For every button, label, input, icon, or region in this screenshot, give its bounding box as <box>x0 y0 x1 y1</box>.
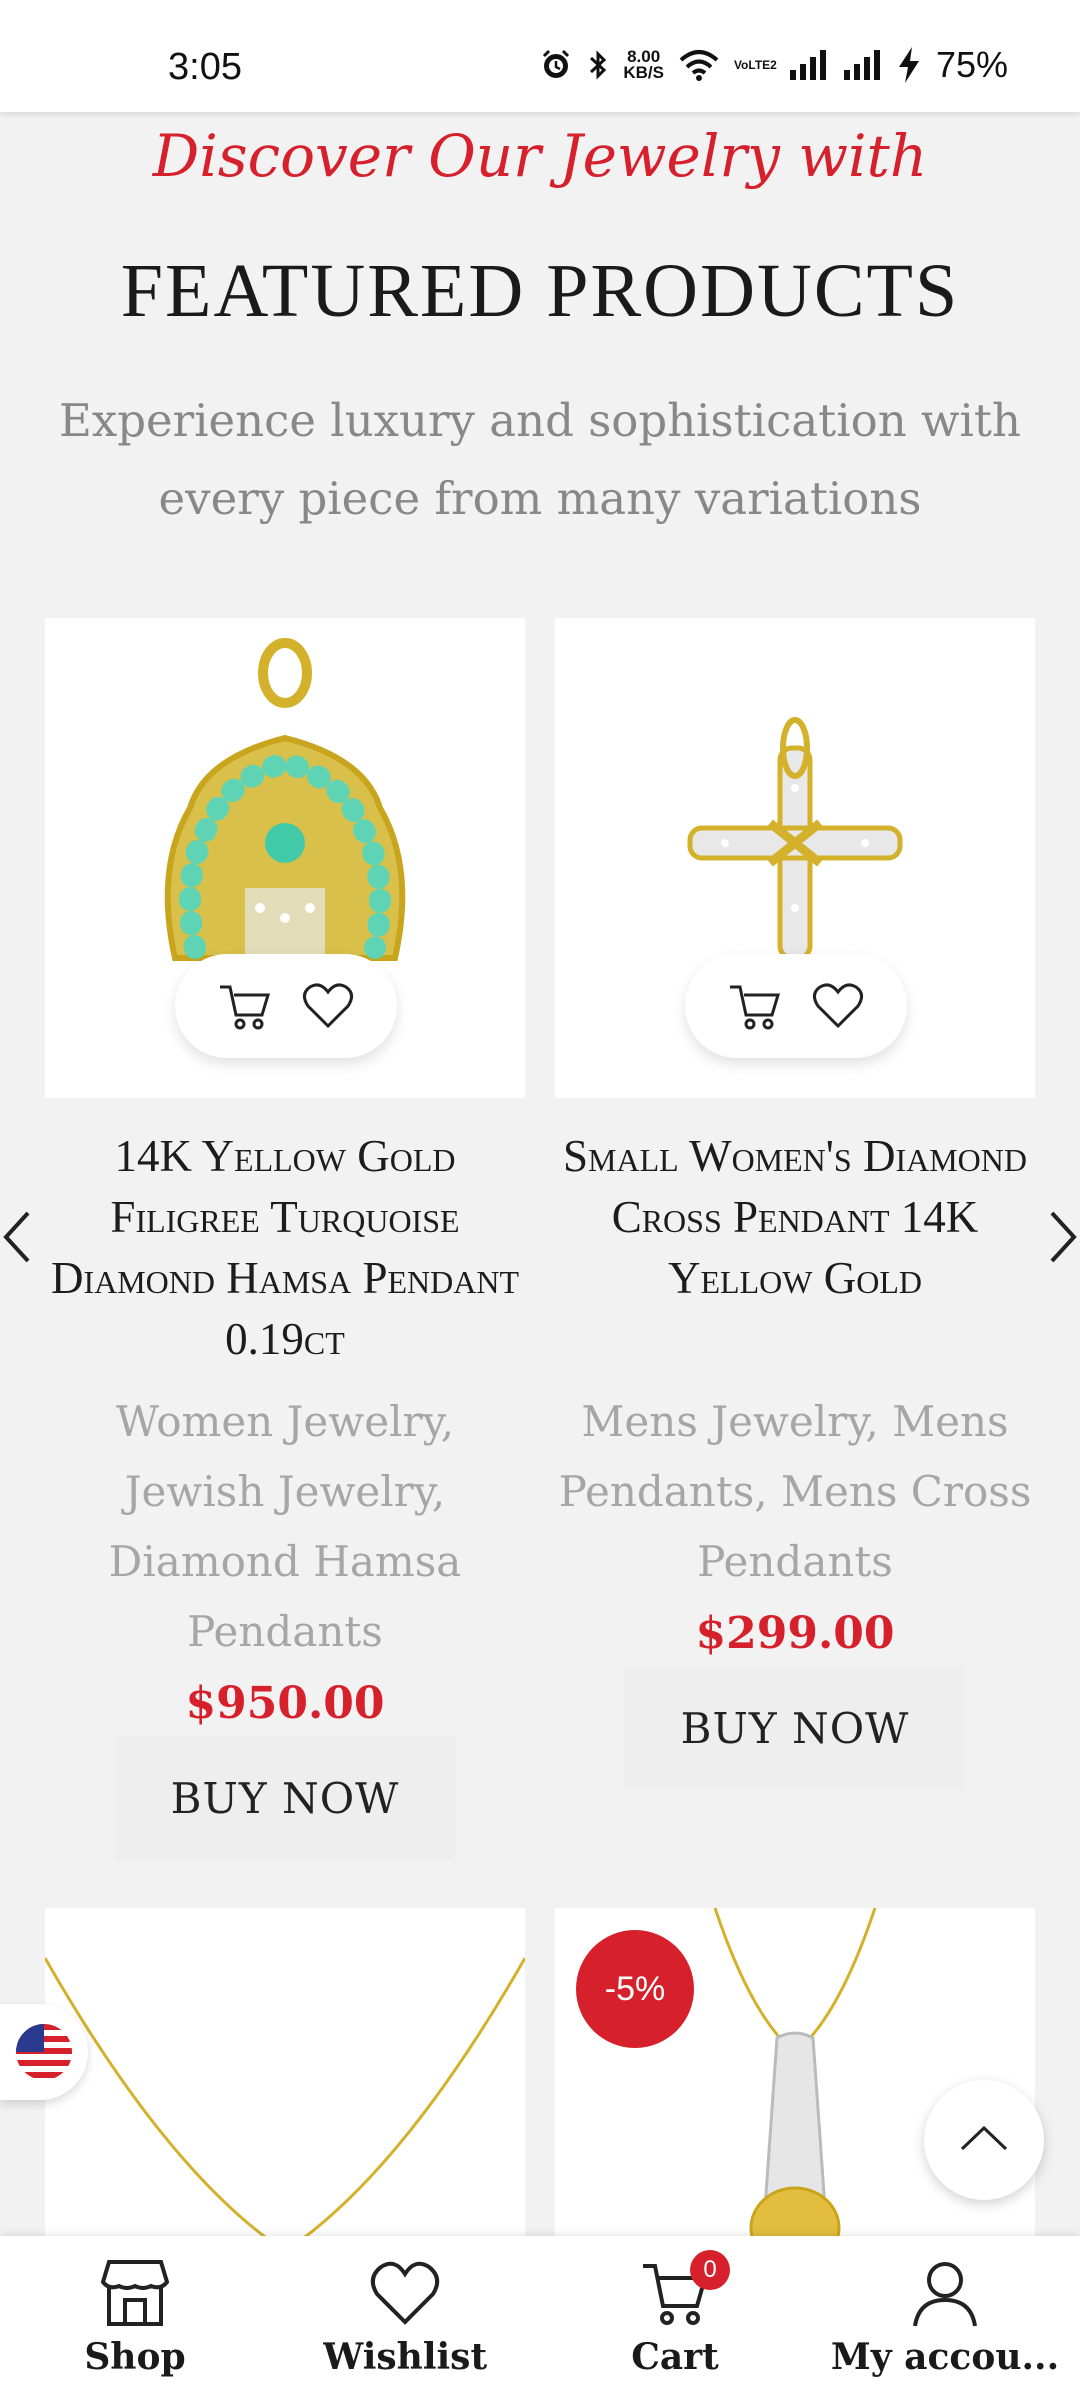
cart-icon[interactable] <box>218 981 272 1031</box>
chevron-right-icon[interactable] <box>1048 1210 1078 1268</box>
product-actions <box>175 954 397 1058</box>
nav-cart-label: Cart <box>631 2336 719 2378</box>
bluetooth-icon <box>587 48 609 82</box>
nav-cart[interactable]: 0 Cart <box>540 2236 810 2400</box>
nav-account[interactable]: My accou... <box>810 2236 1080 2400</box>
section-subtitle: Experience luxury and sophistication wit… <box>58 394 1021 525</box>
nav-shop-label: Shop <box>84 2336 186 2378</box>
cart-icon[interactable] <box>728 981 782 1031</box>
signal-icon-2 <box>842 48 882 82</box>
signal-icon-1 <box>788 48 828 82</box>
status-icons: 8.00 KB/S VoLTE2 75% <box>539 44 1008 86</box>
status-bar: 3:05 8.00 KB/S VoLTE2 75% <box>0 0 1080 112</box>
heart-icon[interactable] <box>302 982 354 1030</box>
necklace-image <box>45 1957 525 2248</box>
product-categories: Women Jewelry, Jewish Jewelry, Diamond H… <box>108 1397 462 1656</box>
product-image[interactable] <box>45 618 525 1098</box>
user-icon <box>909 2258 981 2332</box>
nav-wishlist-label: Wishlist <box>322 2336 488 2378</box>
product-categories: Mens Jewelry, Mens Pendants, Mens Cross … <box>558 1397 1032 1586</box>
product-image[interactable] <box>45 1908 525 2248</box>
cart-count-badge: 0 <box>690 2250 730 2290</box>
bottom-navigation: Shop Wishlist 0 Cart My accou... <box>0 2236 1080 2400</box>
heart-icon[interactable] <box>812 982 864 1030</box>
nav-shop[interactable]: Shop <box>0 2236 270 2400</box>
discount-badge: -5% <box>576 1930 694 2048</box>
buy-now-button[interactable]: BUY NOW <box>625 1666 965 1790</box>
nav-wishlist[interactable]: Wishlist <box>270 2236 540 2400</box>
scroll-to-top-button[interactable] <box>924 2080 1044 2200</box>
product-title[interactable]: Small Women's Diamond Cross Pendant 14K … <box>555 1126 1035 1309</box>
wifi-icon <box>678 48 720 82</box>
nav-account-label: My accou... <box>830 2336 1060 2378</box>
heart-icon <box>369 2258 441 2332</box>
battery-level: 75% <box>935 44 1008 85</box>
chevron-left-icon[interactable] <box>2 1210 32 1268</box>
status-time: 3:05 <box>168 46 242 88</box>
product-image[interactable] <box>555 618 1035 1098</box>
charging-icon <box>896 46 922 84</box>
product-title[interactable]: 14K Yellow Gold Filigree Turquoise Diamo… <box>45 1126 525 1370</box>
network-speed: 8.00 KB/S <box>623 47 664 82</box>
buy-now-button[interactable]: BUY NOW <box>115 1736 455 1860</box>
product-price: $950.00 <box>185 1678 385 1729</box>
product-actions <box>685 954 907 1058</box>
alarm-icon <box>539 48 573 82</box>
chevron-up-icon <box>959 2124 1009 2156</box>
shop-icon <box>99 2258 171 2332</box>
discover-heading: Discover Our Jewelry with <box>152 122 928 190</box>
featured-products-heading: FEATURED PRODUCTS <box>120 249 960 333</box>
volte-label: VoLTE2 <box>733 58 777 72</box>
product-price: $299.00 <box>695 1608 895 1659</box>
